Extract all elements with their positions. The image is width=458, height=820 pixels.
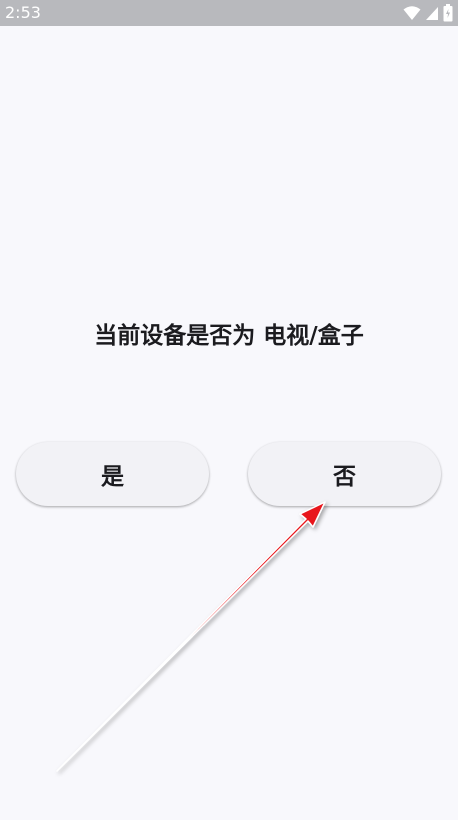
status-time: 2:53 [5, 3, 41, 22]
battery-icon [443, 4, 453, 22]
status-bar: 2:53 [0, 0, 458, 26]
red-arrow-annotation [56, 501, 326, 772]
signal-icon [425, 6, 439, 21]
wifi-icon [403, 5, 421, 21]
status-icons [403, 4, 453, 22]
screen: 2:53 当前设备是否为 电视/盒子 是 否 [0, 0, 458, 820]
device-question: 当前设备是否为 电视/盒子 [94, 323, 364, 349]
yes-button[interactable]: 是 [16, 442, 209, 506]
no-button[interactable]: 否 [248, 442, 441, 506]
